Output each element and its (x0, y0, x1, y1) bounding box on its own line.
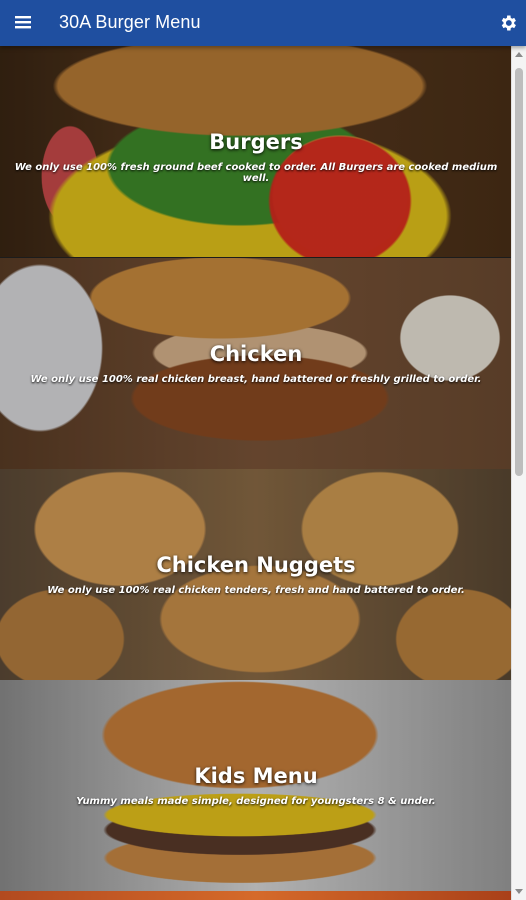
category-title: Burgers (209, 130, 303, 154)
category-card-chicken-nuggets[interactable]: Chicken Nuggets We only use 100% real ch… (0, 469, 512, 680)
category-description: Yummy meals made simple, designed for yo… (76, 796, 436, 807)
hamburger-menu-icon (15, 16, 31, 29)
category-title: Chicken (209, 342, 303, 366)
scroll-up-arrow-icon[interactable] (515, 52, 523, 57)
category-description: We only use 100% real chicken breast, ha… (30, 374, 482, 385)
scroll-down-arrow-icon[interactable] (515, 889, 523, 894)
hamburger-menu-button[interactable] (14, 13, 36, 33)
category-description: We only use 100% fresh ground beef cooke… (14, 162, 498, 184)
vertical-scrollbar[interactable] (511, 46, 526, 900)
category-card-kids-menu[interactable]: Kids Menu Yummy meals made simple, desig… (0, 680, 512, 891)
category-card-burgers[interactable]: Burgers We only use 100% fresh ground be… (0, 46, 512, 257)
menu-category-list: Burgers We only use 100% fresh ground be… (0, 46, 512, 900)
category-description: We only use 100% real chicken tenders, f… (47, 585, 465, 596)
gear-icon (501, 15, 516, 31)
scrollbar-thumb[interactable] (515, 68, 523, 476)
app-bar: 30A Burger Menu (0, 0, 526, 46)
settings-button[interactable] (498, 13, 518, 33)
category-title: Kids Menu (194, 764, 318, 788)
category-card-chicken[interactable]: Chicken We only use 100% real chicken br… (0, 258, 512, 469)
app-title: 30A Burger Menu (59, 12, 201, 32)
category-title: Chicken Nuggets (156, 553, 356, 577)
category-card-next[interactable] (0, 891, 512, 900)
